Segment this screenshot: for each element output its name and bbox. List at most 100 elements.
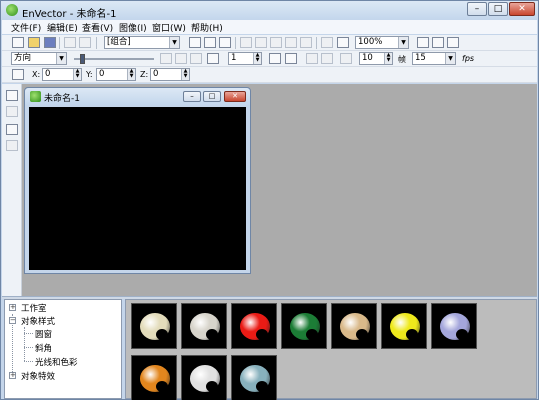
tree-item-object-effects[interactable]: 对象特效 — [21, 370, 55, 382]
settings-icon[interactable] — [432, 37, 444, 48]
app-window: EnVector - 未命名-1 – □ ✕ 文件(F) 编辑(E) 查看(V)… — [0, 0, 539, 400]
style-tree: + 工作室 − 对象样式 圆窗 斜角 光线和色彩 + 对象特效 — [4, 299, 122, 399]
step-spinner[interactable]: 1 ▲ ▼ — [228, 52, 262, 65]
spinner-arrows-icon: ▲ ▼ — [127, 69, 135, 80]
chart-icon[interactable] — [337, 37, 349, 48]
spinner-arrows-icon: ▲ ▼ — [181, 69, 189, 80]
direction-combo[interactable]: 方向 ▼ — [11, 52, 67, 65]
zoom-tool-icon[interactable] — [6, 140, 18, 151]
title-bar: EnVector - 未命名-1 – □ ✕ — [1, 1, 538, 20]
tree-item-light-color[interactable]: 光线和色彩 — [35, 356, 78, 368]
undo-icon[interactable] — [64, 37, 76, 48]
render-icon[interactable] — [417, 37, 429, 48]
style-thumbnail[interactable] — [131, 303, 177, 349]
document-scrollbar[interactable] — [246, 107, 250, 270]
tree-item-bevel[interactable]: 斜角 — [35, 342, 52, 354]
style-thumbnail[interactable] — [131, 355, 177, 400]
style-thumbnail[interactable] — [431, 303, 477, 349]
style-gallery — [125, 299, 537, 400]
fit-view-icon[interactable] — [219, 37, 231, 48]
globe-icon[interactable] — [321, 37, 333, 48]
play-icon[interactable] — [306, 53, 318, 64]
torus-preview-icon — [390, 313, 420, 340]
help-cursor-icon[interactable] — [447, 37, 459, 48]
keyframe-icon[interactable] — [340, 53, 352, 64]
torus-hole — [356, 329, 368, 340]
group-combo[interactable]: [组合] ▼ — [104, 36, 180, 49]
torus-hole — [456, 329, 468, 340]
collapse-icon[interactable]: − — [9, 317, 16, 324]
print-preview-icon[interactable] — [270, 37, 282, 48]
torus-preview-icon — [190, 365, 220, 392]
style-thumbnail[interactable] — [281, 303, 327, 349]
menu-image[interactable]: 图像(I) — [119, 21, 147, 34]
expand-icon[interactable]: + — [9, 372, 16, 379]
spinner-arrows-icon: ▲ ▼ — [73, 69, 81, 80]
torus-hole — [206, 329, 218, 340]
minimize-button[interactable]: – — [467, 2, 487, 16]
shape-tool-icon[interactable] — [6, 124, 18, 135]
torus-hole — [306, 329, 318, 340]
menu-help[interactable]: 帮助(H) — [191, 21, 223, 34]
rotation-slider[interactable] — [74, 54, 154, 64]
document-title-bar[interactable]: 未命名-1 – □ ✕ — [25, 88, 250, 105]
stop-icon[interactable] — [321, 53, 333, 64]
select-tool-icon[interactable] — [6, 90, 18, 101]
torus-preview-icon — [190, 313, 220, 340]
expand-icon[interactable]: + — [9, 304, 16, 311]
add-point-icon[interactable] — [160, 53, 172, 64]
document-icon — [30, 91, 41, 102]
menu-window[interactable]: 窗口(W) — [152, 21, 186, 34]
remove-point-icon[interactable] — [175, 53, 187, 64]
new-file-icon[interactable] — [12, 37, 24, 48]
close-button[interactable]: ✕ — [509, 2, 535, 16]
style-thumbnail[interactable] — [181, 303, 227, 349]
spinner-arrows-icon: ▲ ▼ — [253, 53, 261, 64]
transform-icon[interactable] — [12, 69, 24, 80]
style-thumbnail[interactable] — [231, 355, 277, 400]
rotate-hand-icon[interactable] — [204, 37, 216, 48]
menu-edit[interactable]: 编辑(E) — [47, 21, 78, 34]
print-icon[interactable] — [255, 37, 267, 48]
z-spinner[interactable]: 0 ▲ ▼ — [150, 68, 190, 81]
tree-item-studio[interactable]: 工作室 — [21, 302, 47, 314]
torus-hole — [156, 381, 168, 392]
style-thumbnail[interactable] — [381, 303, 427, 349]
z-label: Z: — [140, 70, 149, 79]
tree-item-round-window[interactable]: 圆窗 — [35, 328, 52, 340]
document-maximize-button[interactable]: □ — [203, 91, 221, 102]
document-close-button[interactable]: ✕ — [224, 91, 246, 102]
menu-view[interactable]: 查看(V) — [82, 21, 113, 34]
open-folder-icon[interactable] — [28, 37, 40, 48]
loop-icon[interactable] — [207, 53, 219, 64]
save-icon[interactable] — [44, 37, 56, 48]
rewind-icon[interactable] — [269, 53, 281, 64]
redo-icon[interactable] — [79, 37, 91, 48]
style-thumbnail[interactable] — [331, 303, 377, 349]
y-spinner[interactable]: 0 ▲ ▼ — [96, 68, 136, 81]
chevron-down-icon: ▼ — [169, 37, 179, 48]
step-value: 1 — [231, 53, 237, 63]
style-thumbnail[interactable] — [231, 303, 277, 349]
chevron-down-icon: ▼ — [56, 53, 66, 64]
move-point-icon[interactable] — [190, 53, 202, 64]
style-thumbnail[interactable] — [181, 355, 227, 400]
render-canvas[interactable] — [29, 107, 247, 270]
torus-preview-icon — [340, 313, 370, 340]
cycle-icon[interactable] — [285, 53, 297, 64]
export-icon[interactable] — [285, 37, 297, 48]
x-spinner[interactable]: 0 ▲ ▼ — [42, 68, 82, 81]
zoom-combo[interactable]: 100% ▼ — [355, 36, 409, 49]
maximize-button[interactable]: □ — [488, 2, 508, 16]
document-minimize-button[interactable]: – — [183, 91, 201, 102]
menu-file[interactable]: 文件(F) — [11, 21, 41, 34]
copy-frame-icon[interactable] — [300, 37, 312, 48]
coordinate-toolbar: X: 0 ▲ ▼ Y: 0 ▲ ▼ Z: 0 ▲ ▼ — [2, 67, 537, 83]
tree-item-object-style[interactable]: 对象样式 — [21, 315, 55, 327]
text-tool-icon[interactable] — [6, 106, 18, 117]
align-icon[interactable] — [240, 37, 252, 48]
fps-combo[interactable]: 15 ▼ — [412, 52, 456, 65]
frame-spinner[interactable]: 10 ▲ ▼ — [359, 52, 393, 65]
document-window: 未命名-1 – □ ✕ — [24, 87, 251, 274]
hand-tool-icon[interactable] — [189, 37, 201, 48]
